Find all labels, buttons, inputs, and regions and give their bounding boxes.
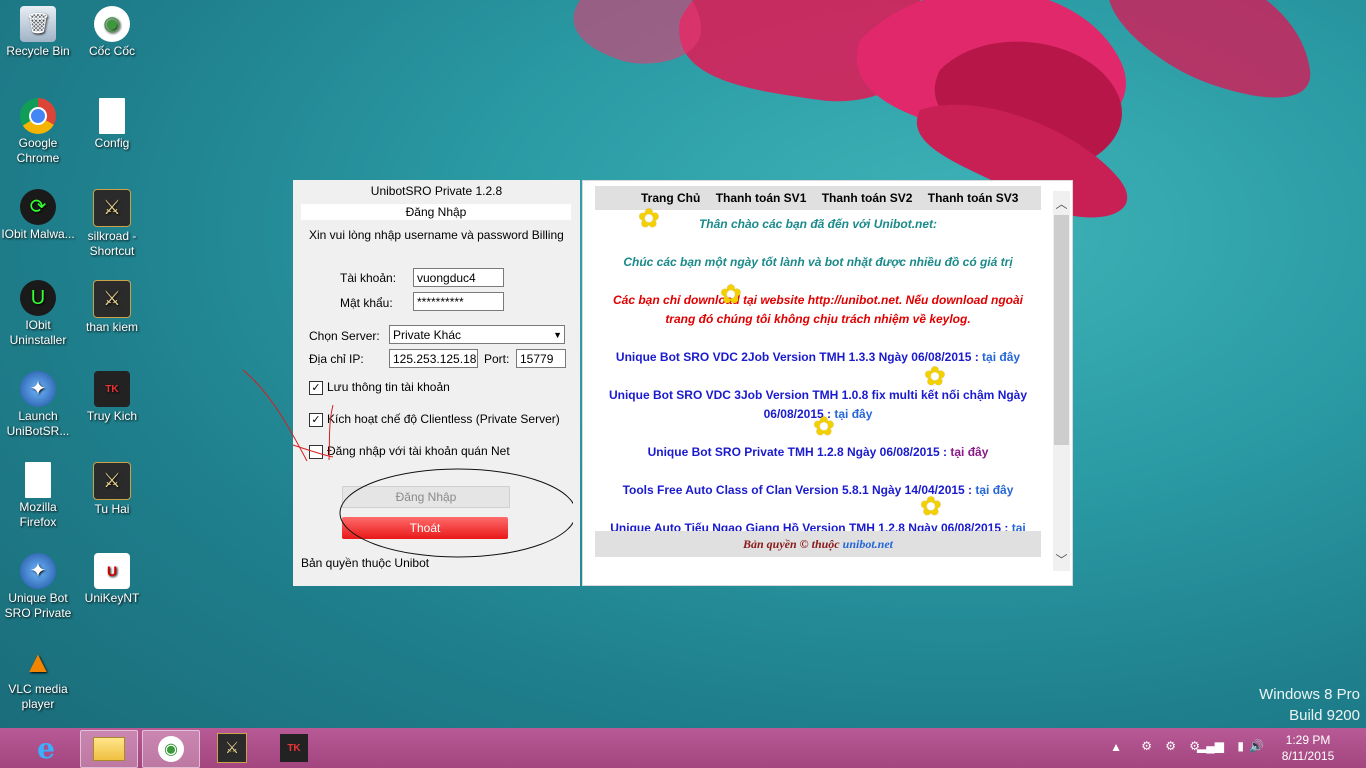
desktop-icon-vlc[interactable]: ▲ VLC media player [0, 644, 76, 712]
iobit-uninstaller-icon: U [20, 280, 56, 316]
desktop-icon-coccoc[interactable]: ◉ Cốc Cốc [74, 6, 150, 59]
news-scrollbar[interactable]: ︿ ﹀ [1053, 191, 1070, 571]
news-footer: Bản quyền © thuộc unibot.net [595, 531, 1041, 557]
windows-watermark: Windows 8 Pro Build 9200 [1259, 686, 1360, 724]
desktop-icon-silkroad[interactable]: ⚔ silkroad - Shortcut [74, 189, 150, 259]
warning-line-2: trang đó chúng tôi không chịu trách nhiệ… [665, 312, 971, 326]
footer-link[interactable]: unibot.net [843, 537, 893, 551]
desktop-icon-truy-kich[interactable]: TK Truy Kich [74, 371, 150, 424]
unikey-icon: U [94, 553, 130, 589]
taskbar-truykich[interactable]: TK [266, 730, 322, 766]
silkroad-icon: ⚔ [93, 189, 131, 227]
news-panel: Trang Chủ Thanh toán SV1 Thanh toán SV2 … [582, 180, 1073, 586]
unibot-icon: ✦ [20, 371, 56, 407]
download-link[interactable]: tại đây [975, 483, 1013, 497]
desktop-icon-tu-hai[interactable]: ⚔ Tu Hai [74, 462, 150, 517]
news-item-3: Unique Bot SRO Private TMH 1.2.8 Ngày 06… [647, 445, 989, 459]
silkroad-icon: ⚔ [217, 733, 247, 763]
flower-icon: ✿ [813, 411, 835, 441]
silkroad-icon: ⚔ [93, 280, 131, 318]
iobit-icon: ⟳ [20, 189, 56, 225]
desktop-icon-chrome[interactable]: Google Chrome [0, 98, 76, 166]
desktop-icon-unikey[interactable]: U UniKeyNT [74, 553, 150, 606]
desktop-icon-launch-unibot[interactable]: ✦ Launch UniBotSR... [0, 371, 76, 439]
server-select[interactable]: Private Khác ▼ [389, 325, 565, 344]
chevron-down-icon[interactable]: ﹀ [1053, 551, 1070, 568]
download-link[interactable]: tại đây [982, 350, 1020, 364]
truykich-icon: TK [94, 371, 130, 407]
volume-icon[interactable]: 🔊 [1249, 739, 1264, 753]
login-panel: UnibotSRO Private 1.2.8 Đăng Nhập Xin vu… [242, 180, 580, 586]
truykich-icon: TK [280, 734, 308, 762]
desktop-icon-iobit-malware[interactable]: ⟳ IObit Malwa... [0, 189, 76, 242]
tray-app-icon[interactable]: ⚙ [1141, 739, 1152, 753]
ie-icon: e [37, 731, 55, 765]
taskbar: e ◉ ⚔ TK ▲ ⚙ ⚙ ⚙ ▂▄▆ ▮ 🔊 1:29 PM 8/11/20… [0, 728, 1366, 768]
flower-icon: ✿ [638, 203, 660, 233]
tray-app-icon[interactable]: ⚙ [1165, 739, 1176, 753]
battery-icon[interactable]: ▮ [1237, 739, 1244, 753]
clock[interactable]: 1:29 PM 8/11/2015 [1276, 732, 1340, 764]
chevron-down-icon: ▼ [553, 330, 562, 340]
coccoc-icon: ◉ [158, 736, 184, 762]
download-link[interactable]: tại đây [834, 407, 872, 421]
desktop-icon-unique-bot[interactable]: ✦ Unique Bot SRO Private [0, 553, 76, 621]
taskbar-coccoc[interactable]: ◉ [142, 730, 200, 768]
desktop-icon-firefox[interactable]: Mozilla Firefox [0, 462, 76, 530]
taskbar-ie[interactable]: e [18, 730, 74, 766]
signal-icon[interactable]: ▂▄▆ [1197, 739, 1224, 753]
taskbar-silkroad[interactable]: ⚔ [204, 730, 260, 766]
desktop-icon-config[interactable]: Config [74, 98, 150, 151]
chevron-up-icon[interactable]: ︿ [1053, 195, 1070, 212]
server-label: Chọn Server: [309, 329, 380, 343]
password-field[interactable]: ********** [413, 292, 504, 311]
ip-label: Địa chỉ IP: [309, 352, 364, 366]
warning-line-1: Các bạn chỉ download tại website http://… [613, 293, 1023, 307]
account-field[interactable]: vuongduc4 [413, 268, 504, 287]
coccoc-icon: ◉ [94, 6, 130, 42]
file-icon [99, 98, 125, 134]
desktop-icon-than-kiem[interactable]: ⚔ than kiem [74, 280, 150, 335]
recycle-bin-icon: 🗑 [20, 6, 56, 42]
login-prompt: Xin vui lòng nhập username và password B… [309, 228, 564, 242]
news-item-2a: Unique Bot SRO VDC 3Job Version TMH 1.0.… [608, 388, 1028, 402]
download-link[interactable]: tại đây [950, 445, 988, 459]
menu-payment-sv3[interactable]: Thanh toán SV3 [928, 191, 1019, 205]
file-icon [25, 462, 51, 498]
show-hidden-icons[interactable]: ▲ [1110, 740, 1122, 754]
menu-payment-sv1[interactable]: Thanh toán SV1 [716, 191, 807, 205]
desktop-icon-recycle-bin[interactable]: 🗑 Recycle Bin [0, 6, 76, 59]
flower-icon: ✿ [924, 361, 946, 391]
login-header: Đăng Nhập [301, 204, 571, 220]
taskbar-explorer[interactable] [80, 730, 138, 768]
password-label: Mật khẩu: [340, 296, 393, 310]
server-select-value: Private Khác [393, 328, 462, 342]
desktop-icon-iobit-uninstaller[interactable]: U IObit Uninstaller [0, 280, 76, 348]
news-item-4: Tools Free Auto Class of Clan Version 5.… [622, 483, 1014, 497]
hand-drawn-annotation [242, 369, 573, 558]
silkroad-icon: ⚔ [93, 462, 131, 500]
vlc-icon: ▲ [23, 645, 53, 679]
port-label: Port: [484, 352, 510, 366]
account-label: Tài khoản: [340, 271, 397, 285]
chrome-icon [20, 98, 56, 134]
news-item-1: Unique Bot SRO VDC 2Job Version TMH 1.3.… [615, 350, 1021, 364]
wish-text: Chúc các bạn một ngày tốt lành và bot nh… [623, 255, 1013, 269]
flower-icon: ✿ [720, 279, 742, 309]
menu-payment-sv2[interactable]: Thanh toán SV2 [822, 191, 913, 205]
flower-icon: ✿ [920, 491, 942, 521]
unibot-icon: ✦ [20, 553, 56, 589]
window-title: UnibotSRO Private 1.2.8 [370, 184, 503, 198]
folder-icon [93, 737, 125, 761]
scrollbar-thumb[interactable] [1054, 215, 1069, 445]
